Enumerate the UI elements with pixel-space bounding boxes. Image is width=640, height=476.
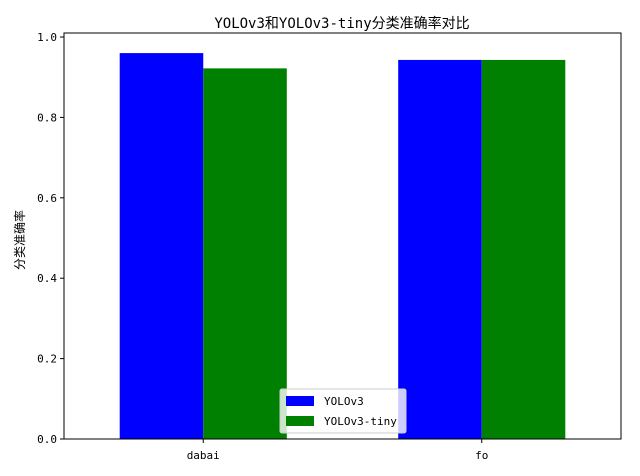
y-tick-label: 0.8 [37, 111, 57, 124]
bar-yolov3-tiny-dabai [203, 68, 287, 439]
legend-label-yolov3: YOLOv3 [324, 395, 364, 408]
legend-label-yolov3-tiny: YOLOv3-tiny [324, 415, 397, 428]
legend: YOLOv3 YOLOv3-tiny [279, 388, 407, 434]
y-tick-label: 1.0 [37, 31, 57, 44]
bar-yolov3-dabai [119, 53, 204, 440]
legend-swatch-yolov3 [286, 396, 314, 406]
x-tick-label-dabai: dabai [187, 449, 220, 462]
x-ticks: dabai fo [187, 439, 488, 462]
bars-group [119, 53, 566, 440]
legend-swatch-yolov3-tiny [286, 416, 314, 426]
bar-yolov3-tiny-fo [481, 59, 566, 439]
y-tick-label: 0.0 [37, 433, 57, 446]
bar-yolov3-fo [398, 59, 482, 439]
y-tick-label: 0.2 [37, 353, 57, 366]
y-axis-label: 分类准确率 [12, 210, 27, 270]
bar-chart: YOLOv3和YOLOv3-tiny分类准确率对比 分类准确率 0.00.20.… [12, 15, 622, 462]
chart-title: YOLOv3和YOLOv3-tiny分类准确率对比 [214, 15, 469, 32]
x-tick-label-fo: fo [475, 449, 488, 462]
y-ticks: 0.0 0.2 0.4 0.6 0.8 1.0 [37, 31, 64, 446]
y-tick-label: 0.6 [37, 192, 57, 205]
y-tick-label: 0.4 [37, 272, 57, 285]
